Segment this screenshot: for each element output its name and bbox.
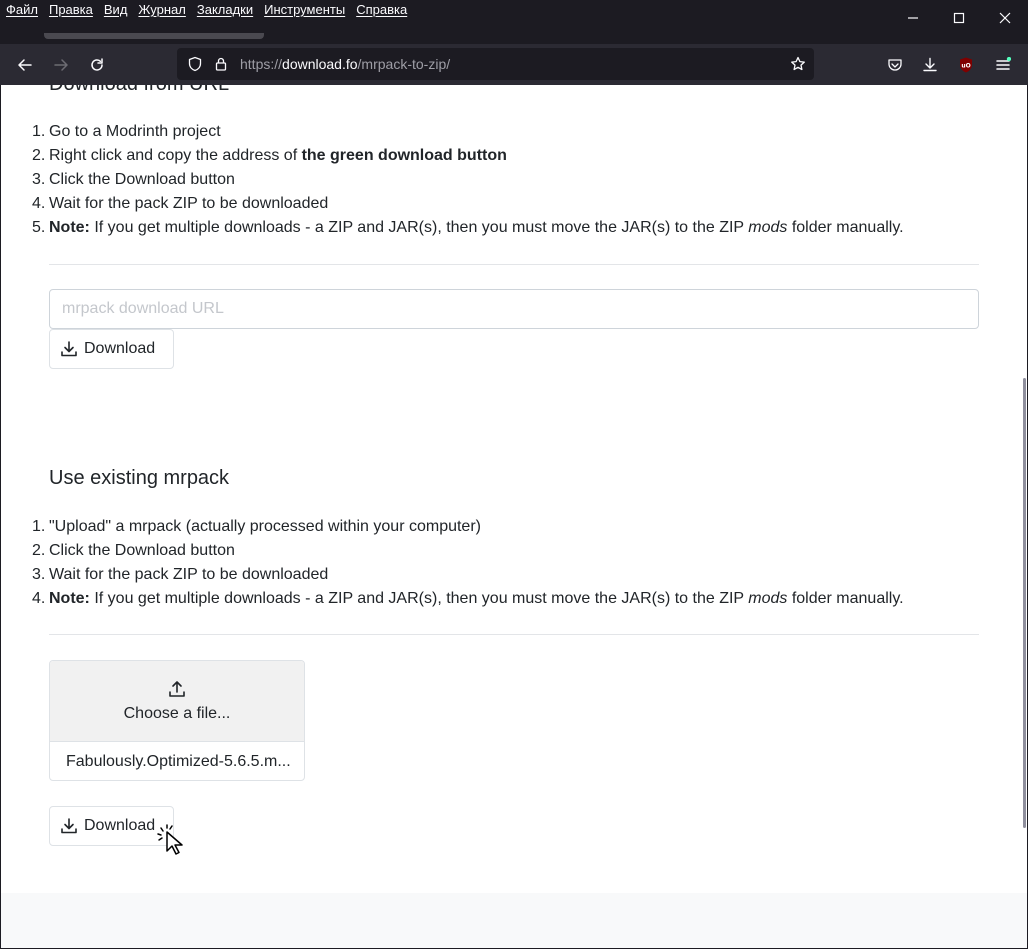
menu-tools[interactable]: Инструменты (264, 2, 345, 17)
list-item: 1. "Upload" a mrpack (actually processed … (32, 518, 481, 535)
address-bar[interactable]: https://download.fo/mrpack-to-zip/ (177, 48, 814, 80)
page-viewport: Download from URL 1.Go to a Modrinth pro… (1, 85, 1027, 948)
list-item: 4. Wait for the pack ZIP to be downloaded (32, 195, 329, 212)
url-text[interactable]: https://download.fo/mrpack-to-zip/ (240, 56, 450, 72)
minimize-button[interactable] (890, 0, 936, 36)
choose-file-button[interactable]: Choose a file... (50, 661, 304, 742)
divider (49, 634, 979, 635)
url-host: download.fo (282, 56, 358, 72)
selected-file-name: Fabulously.Optimized-5.6.5.m... (66, 753, 291, 770)
back-button[interactable] (12, 52, 38, 78)
window-controls (890, 0, 1028, 36)
arrow-left-icon (18, 59, 32, 71)
download-file-button[interactable]: Download (49, 806, 174, 846)
download-icon (61, 341, 77, 357)
mouse-cursor-icon (157, 824, 183, 855)
reload-button[interactable] (84, 52, 110, 78)
downloads-button[interactable] (917, 52, 943, 78)
close-button[interactable] (982, 0, 1028, 36)
bookmark-button[interactable] (788, 54, 808, 74)
list-item: 3. Wait for the pack ZIP to be downloaded (32, 566, 329, 583)
menu-file[interactable]: Файл (6, 2, 38, 17)
close-icon (999, 12, 1011, 24)
download-button-label: Download (84, 817, 156, 834)
page-footer (1, 893, 1027, 948)
menu-view[interactable]: Вид (104, 2, 128, 17)
lock-icon (215, 57, 227, 71)
url-path: /mrpack-to-zip/ (357, 56, 451, 72)
upload-icon (169, 681, 185, 697)
mrpack-url-input[interactable] (49, 289, 979, 329)
reload-icon (91, 58, 103, 71)
list-item: 3. Click the Download button (32, 171, 235, 188)
menu-items: Файл Правка Вид Журнал Закладки Инструме… (6, 2, 407, 17)
menu-history[interactable]: Журнал (138, 2, 185, 17)
svg-text:uO: uO (961, 63, 970, 70)
navigation-toolbar: https://download.fo/mrpack-to-zip/ uO (0, 44, 1028, 85)
download-icon (61, 818, 77, 834)
arrow-right-icon (54, 59, 68, 71)
forward-button[interactable] (48, 52, 74, 78)
ublock-origin-icon: uO (960, 57, 972, 73)
menu-bookmarks[interactable]: Закладки (197, 2, 253, 17)
maximize-button[interactable] (936, 0, 982, 36)
divider (49, 264, 979, 265)
menu-help[interactable]: Справка (356, 2, 407, 17)
app-menu-button[interactable] (990, 52, 1016, 78)
tab-indicator[interactable] (44, 33, 264, 39)
list-item: 4. Note: If you get multiple downloads - … (32, 590, 904, 607)
url-prefix: https:// (240, 56, 283, 72)
section-heading-existing-mrpack: Use existing mrpack (49, 467, 230, 489)
download-icon (923, 57, 937, 72)
file-upload[interactable]: Choose a file... Fabulously.Optimized-5.… (49, 660, 305, 781)
url-steps-list: 1. Go to a Modrinth project 2. Right click… (32, 120, 904, 240)
download-button-label: Download (84, 340, 156, 357)
hamburger-menu-icon (996, 57, 1011, 70)
shield-icon (188, 56, 202, 72)
menu-edit[interactable]: Правка (49, 2, 93, 17)
section-heading-download-url: Download from URL (49, 85, 229, 96)
scrollbar-thumb[interactable] (1023, 378, 1026, 828)
maximize-icon (953, 12, 965, 24)
list-item: 2. Right click and copy the address of th… (32, 147, 507, 164)
list-item: 2. Click the Download button (32, 542, 235, 559)
download-url-button[interactable]: Download (49, 329, 174, 369)
list-item: 1. Go to a Modrinth project (32, 123, 221, 140)
mrpack-steps-list: 1. "Upload" a mrpack (actually processed … (32, 515, 904, 611)
tracking-protection-button[interactable] (185, 54, 205, 74)
site-info-button[interactable] (211, 54, 231, 74)
pocket-icon (888, 59, 902, 71)
pocket-button[interactable] (882, 52, 908, 78)
menu-bar: Файл Правка Вид Журнал Закладки Инструме… (0, 0, 1028, 44)
ublock-button[interactable]: uO (953, 52, 979, 78)
choose-file-label: Choose a file... (123, 705, 231, 722)
star-icon (791, 56, 805, 71)
minimize-icon (908, 17, 918, 19)
list-item: 5. Note: If you get multiple downloads - … (32, 219, 904, 236)
